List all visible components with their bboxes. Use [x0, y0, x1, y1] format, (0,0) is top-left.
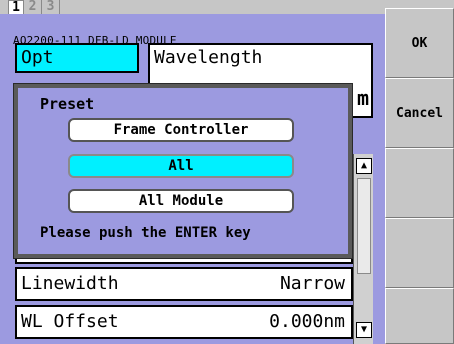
- cancel-button[interactable]: Cancel: [385, 78, 454, 148]
- dialog-title: Preset: [40, 95, 95, 113]
- tab-strip: 1 2 3: [0, 0, 385, 15]
- scrollbar[interactable]: ▲ ▼: [353, 154, 373, 344]
- softkey-4[interactable]: [385, 218, 454, 288]
- wavelength-label: Wavelength: [154, 47, 263, 68]
- wl-offset-value: 0.000nm: [269, 311, 345, 332]
- dialog-message: Please push the ENTER key: [40, 225, 251, 241]
- tab-3[interactable]: 3: [42, 0, 60, 14]
- triangle-up-icon: ▲: [360, 160, 368, 171]
- tab-1[interactable]: 1: [8, 0, 24, 15]
- linewidth-label: Linewidth: [21, 273, 119, 294]
- tab-2[interactable]: 2: [24, 0, 42, 14]
- opt-label: Opt: [21, 47, 54, 68]
- frame-controller-option[interactable]: Frame Controller: [68, 118, 294, 142]
- wl-offset-label: WL Offset: [21, 311, 119, 332]
- wl-offset-row[interactable]: WL Offset 0.000nm: [15, 305, 353, 339]
- all-option[interactable]: All: [68, 154, 294, 178]
- linewidth-value: Narrow: [279, 273, 345, 294]
- softkey-column: OK Cancel: [385, 0, 454, 344]
- wavelength-unit: m: [356, 86, 369, 110]
- scroll-down-button[interactable]: ▼: [356, 322, 372, 338]
- softkey-3[interactable]: [385, 148, 454, 218]
- opt-field[interactable]: Opt: [15, 43, 139, 73]
- all-module-option[interactable]: All Module: [68, 189, 294, 213]
- softkey-5[interactable]: [385, 288, 454, 344]
- linewidth-row[interactable]: Linewidth Narrow: [15, 267, 353, 301]
- scroll-up-button[interactable]: ▲: [356, 158, 372, 174]
- scroll-thumb[interactable]: [357, 178, 371, 274]
- preset-dialog: Preset Frame Controller All All Module P…: [14, 84, 352, 258]
- ok-button[interactable]: OK: [385, 8, 454, 78]
- triangle-down-icon: ▼: [360, 324, 368, 335]
